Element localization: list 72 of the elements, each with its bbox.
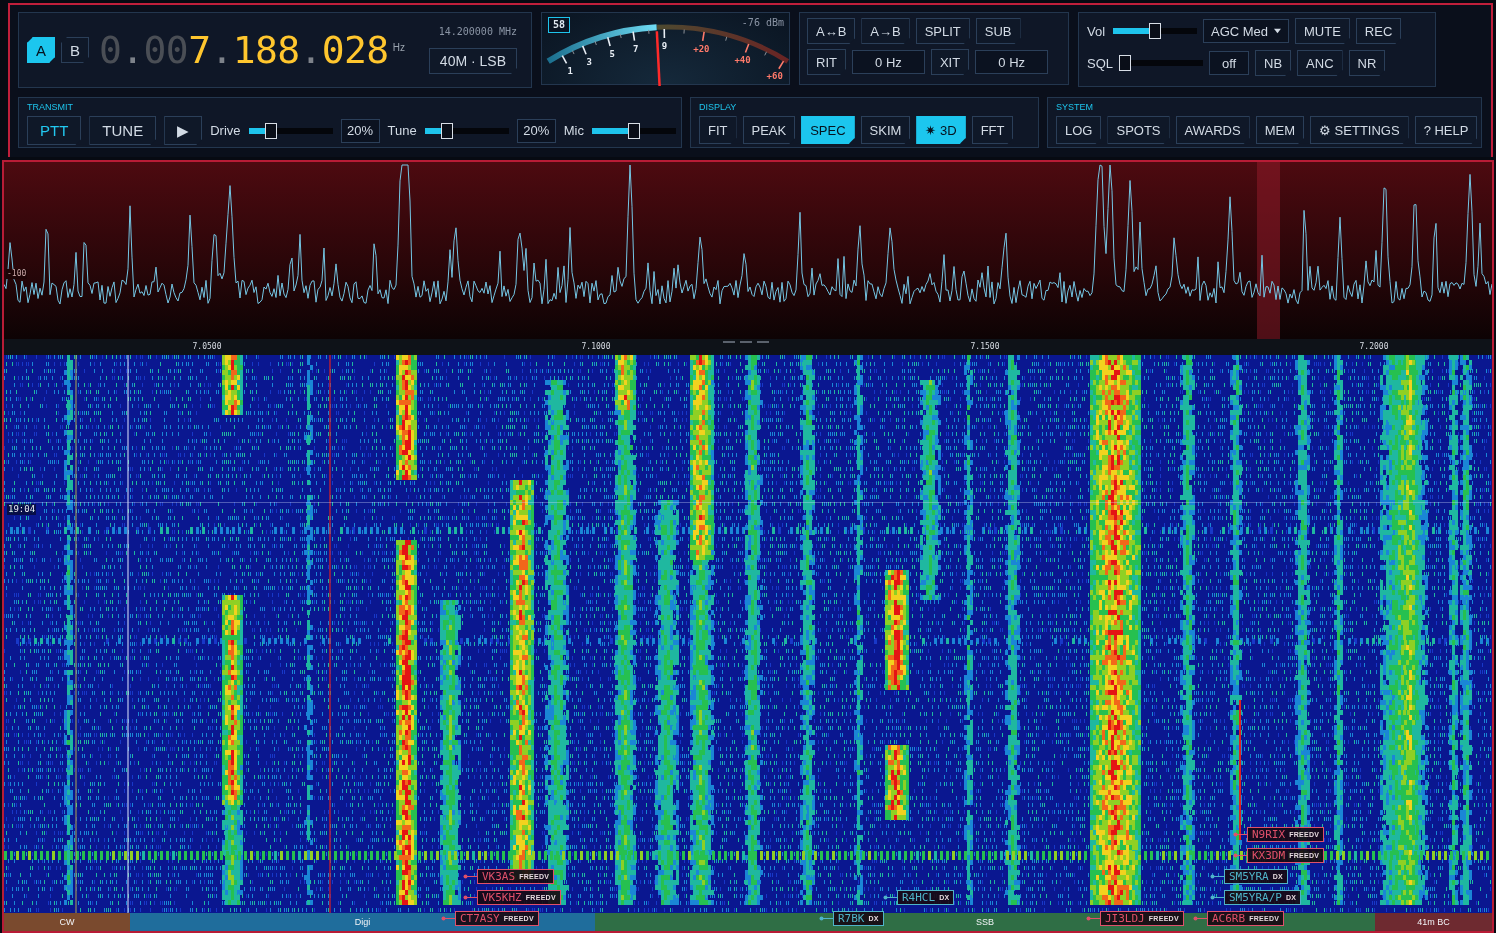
audio-button[interactable]: ANC [1297,50,1343,76]
slider-label: Tune [387,123,417,138]
offset-button[interactable]: RIT [807,49,846,75]
slider-label: Drive [210,123,241,138]
slider-label: Mic [563,123,584,138]
band-mode-button[interactable]: 40M · LSB [428,48,517,74]
frequency-label: 7.2000 [1359,342,1389,352]
scale-label: 5 [609,48,615,59]
signal-reading: -76 dBm [741,17,784,28]
scale-label: +40 [734,54,751,65]
vfo-control-button[interactable]: SPLIT [915,18,970,44]
slider-label: Vol [1087,23,1107,39]
display-toggle[interactable]: ✷ 3D [916,116,966,144]
display-toggle[interactable]: FFT [971,116,1014,144]
level-label: -100 [6,269,28,279]
system-button[interactable]: ? HELP [1414,116,1478,144]
audio-button[interactable]: MUTE [1295,18,1350,44]
scale-label: +60 [766,70,783,81]
agc-dropdown[interactable]: AGC Med [1203,19,1289,43]
caret-icon [1274,28,1281,34]
value-field[interactable]: off [1209,51,1249,75]
scale-label: 7 [633,43,639,54]
section-title: TRANSMIT [27,102,73,113]
passband-marker[interactable] [1257,162,1280,339]
display-toggle[interactable]: PEAK [742,116,796,144]
scale-label: 1 [567,65,573,76]
section-title: DISPLAY [699,102,737,113]
vfo-control-button[interactable]: SUB [975,18,1021,44]
section-title: SYSTEM [1056,102,1093,113]
frequency-label: 7.0500 [192,342,222,352]
scale-label: 9 [661,41,668,52]
frequency-label: 7.1500 [970,342,1000,352]
transmit-button[interactable]: PTT [27,116,82,145]
transmit-button[interactable]: ▶ [164,116,203,145]
s-unit-badge: 58 [548,17,571,33]
drag-handle-icon[interactable] [723,340,769,344]
display-toggle[interactable]: SPEC [801,116,855,144]
system-button[interactable]: AWARDS [1175,116,1250,144]
frequency-label: 7.1000 [581,342,611,352]
display-toggle[interactable]: FIT [699,116,737,144]
vfo-button[interactable]: A [27,37,55,63]
vfo-control-button[interactable]: A→B [861,18,910,44]
scale-label: +20 [693,43,710,54]
scale-label: 3 [586,56,592,67]
display-toggle[interactable]: SKIM [860,116,911,144]
band-segment[interactable]: CW [4,913,130,931]
slider-thumb[interactable] [265,122,278,139]
frequency-display[interactable]: 0.007.188.028 [99,30,389,70]
band-segment[interactable]: 41m BC [1375,913,1492,931]
vfo-button[interactable]: B [61,37,89,63]
slider-label: SQL [1087,55,1113,71]
audio-button[interactable]: NB [1255,50,1292,76]
offset-button[interactable]: XIT [930,49,970,75]
percent-field[interactable]: 20% [516,118,556,143]
offset-field[interactable]: 0 Hz [975,50,1049,74]
transmit-button[interactable]: TUNE [89,116,157,145]
slider-thumb[interactable] [1119,55,1131,71]
slider-thumb[interactable] [1149,23,1161,39]
system-button[interactable]: SPOTS [1107,116,1170,144]
system-button[interactable]: MEM [1255,116,1304,144]
system-button[interactable]: ⚙ SETTINGS [1310,116,1409,144]
offset-field[interactable]: 0 Hz [851,50,925,74]
slider-thumb[interactable] [627,122,640,139]
frequency-unit: Hz [392,41,405,53]
time-label: 19:04 [7,504,37,515]
reference-frequency: 14.200000 MHz [438,26,517,37]
percent-field[interactable]: 20% [340,118,380,143]
vfo-control-button[interactable]: A↔B [807,18,856,44]
audio-button[interactable]: NR [1348,50,1386,76]
system-button[interactable]: LOG [1056,116,1102,144]
audio-button[interactable]: REC [1355,18,1402,44]
slider-thumb[interactable] [441,122,454,139]
